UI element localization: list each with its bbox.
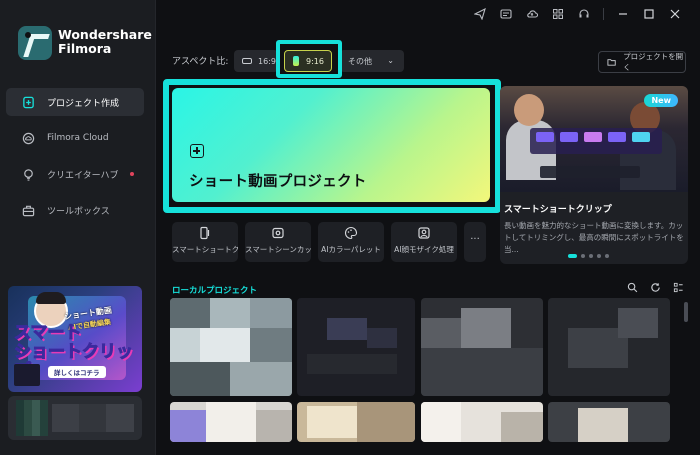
tool-label: スマートショートク... [172,245,238,254]
list-view-icon[interactable] [673,282,684,293]
feature-card-title: スマートショートクリップ [504,205,612,215]
smart-short-clip-icon [200,226,210,240]
landscape-ratio-icon [242,58,252,64]
chevron-down-icon: ⌄ [387,56,394,65]
carousel-dot[interactable] [605,254,609,258]
tool-label: AI顔モザイク処理 [394,245,454,254]
local-projects-actions [615,282,684,293]
toolbox-icon [22,205,35,216]
search-icon[interactable] [627,282,638,293]
smart-short-clip-card[interactable]: New スマートショートクリップ 長い動画を魅力的なショート動画に変換します。カ… [500,86,688,264]
timeline-clip [584,132,602,142]
aspect-9-16-label: 9:16 [306,56,324,66]
aspect-other-label: その他 [348,56,372,66]
sidebar-item-toolbox[interactable]: ツールボックス [6,196,144,224]
sidebar-item-label: クリエイターハブ [47,170,119,181]
notification-dot [130,172,134,176]
open-project-label: プロジェクトを開く [623,52,684,72]
sidebar-item-label: ツールボックス [47,206,110,217]
local-projects-title: ローカルプロジェクト [172,286,258,296]
tools-row: スマートショートク... スマートシーンカット AIカラーパレット AI顔モザイ… [172,222,486,262]
sidebar-nav: プロジェクト作成 Filmora Cloud クリエイターハブ ツールボックス [6,88,144,232]
send-icon[interactable] [467,5,493,23]
tool-ai-face-mosaic[interactable]: AI顔モザイク処理 [391,222,457,262]
promo-person-hair [36,292,66,304]
new-badge: New [644,94,678,107]
promo-headline-line-1: スマート [14,323,83,343]
mail-icon[interactable] [493,5,519,23]
account-name-redacted [52,404,134,432]
sidebar-item-create-project[interactable]: プロジェクト作成 [6,88,144,116]
feature-card-description: 長い動画を魅力的なショート動画に変換します。カットしてトリミングし、最高の瞬間に… [504,221,684,254]
promo-phone-icon [14,364,40,386]
project-thumbnail[interactable] [297,402,415,442]
cloud-icon [22,132,35,144]
sidebar: Wondershare Filmora プロジェクト作成 Filmora Clo… [0,0,156,455]
open-project-button[interactable]: プロジェクトを開く [598,51,686,73]
tool-smart-short-clip[interactable]: スマートショートク... [172,222,238,262]
tool-label: スマートシーンカット [245,245,311,254]
aspect-ratio-label: アスペクト比: [172,57,229,67]
face-mosaic-icon [418,227,430,239]
promo-cta-button[interactable]: 詳しくはコチラ [48,366,106,378]
brand-line-1: Wondershare [58,27,152,42]
timeline-clip [608,132,626,142]
cloud-upload-icon[interactable] [519,5,545,23]
scrollbar[interactable] [684,302,688,322]
sidebar-item-label: プロジェクト作成 [47,98,120,109]
aspect-9-16-button[interactable]: 9:16 [284,50,332,72]
tool-label: AIカラーパレット [321,245,381,254]
brand-line-2: Filmora [58,41,112,56]
sidebar-item-filmora-cloud[interactable]: Filmora Cloud [6,124,144,152]
account-card[interactable] [8,396,142,440]
sidebar-item-creator-hub[interactable]: クリエイターハブ [6,160,144,188]
color-palette-icon [345,226,358,240]
refresh-icon[interactable] [650,282,661,293]
tool-ai-color-palette[interactable]: AIカラーパレット [318,222,384,262]
preview-timeline [530,128,662,154]
project-thumbnail[interactable] [421,298,543,396]
project-thumbnail[interactable] [170,298,292,396]
carousel-dot[interactable] [597,254,601,258]
preview-caption-bar [540,166,640,178]
aspect-16-9-button[interactable]: 16:9 [234,50,278,72]
tool-smart-scene-cut[interactable]: スマートシーンカット [245,222,311,262]
carousel-dot[interactable] [581,254,585,258]
create-short-video-project-card[interactable]: ショート動画プロジェクト [172,88,490,202]
project-thumbnail[interactable] [548,402,670,442]
scene-cut-icon [272,227,284,239]
project-thumbnail[interactable] [548,298,670,396]
plus-icon [190,144,204,158]
app-brand: Wondershare Filmora [58,28,152,56]
minimize-icon[interactable] [610,5,636,23]
project-thumbnail[interactable] [297,298,415,396]
timeline-clip [632,132,650,142]
close-icon[interactable] [662,5,688,23]
timeline-clip [536,132,554,142]
carousel-dot-active[interactable] [568,254,577,258]
carousel-dot[interactable] [589,254,593,258]
grid-icon[interactable] [545,5,571,23]
more-tools-button[interactable]: ··· [464,222,486,262]
sidebar-item-label: Filmora Cloud [47,133,109,143]
project-thumbnail[interactable] [421,402,543,442]
maximize-icon[interactable] [636,5,662,23]
lightbulb-icon [24,168,33,181]
new-project-icon [23,96,34,108]
headset-icon[interactable] [571,5,597,23]
aspect-16-9-label: 16:9 [258,56,276,66]
title-bar-icons [467,5,688,23]
aspect-other-dropdown[interactable]: その他 ⌄ [340,50,404,72]
create-card-title: ショート動画プロジェクト [189,174,367,190]
title-bar-divider [603,8,604,20]
project-thumbnail[interactable] [170,402,292,442]
timeline-clip [560,132,578,142]
portrait-ratio-icon [293,56,299,66]
promo-banner[interactable]: ショート動画 AIで自動編集 スマート ショートクリップ 詳しくはコチラ [8,286,142,392]
carousel-dots[interactable] [568,254,613,258]
filmora-logo-icon [18,26,52,60]
preview-person-left-head [514,94,544,126]
folder-icon [607,59,616,66]
avatar [16,400,48,436]
